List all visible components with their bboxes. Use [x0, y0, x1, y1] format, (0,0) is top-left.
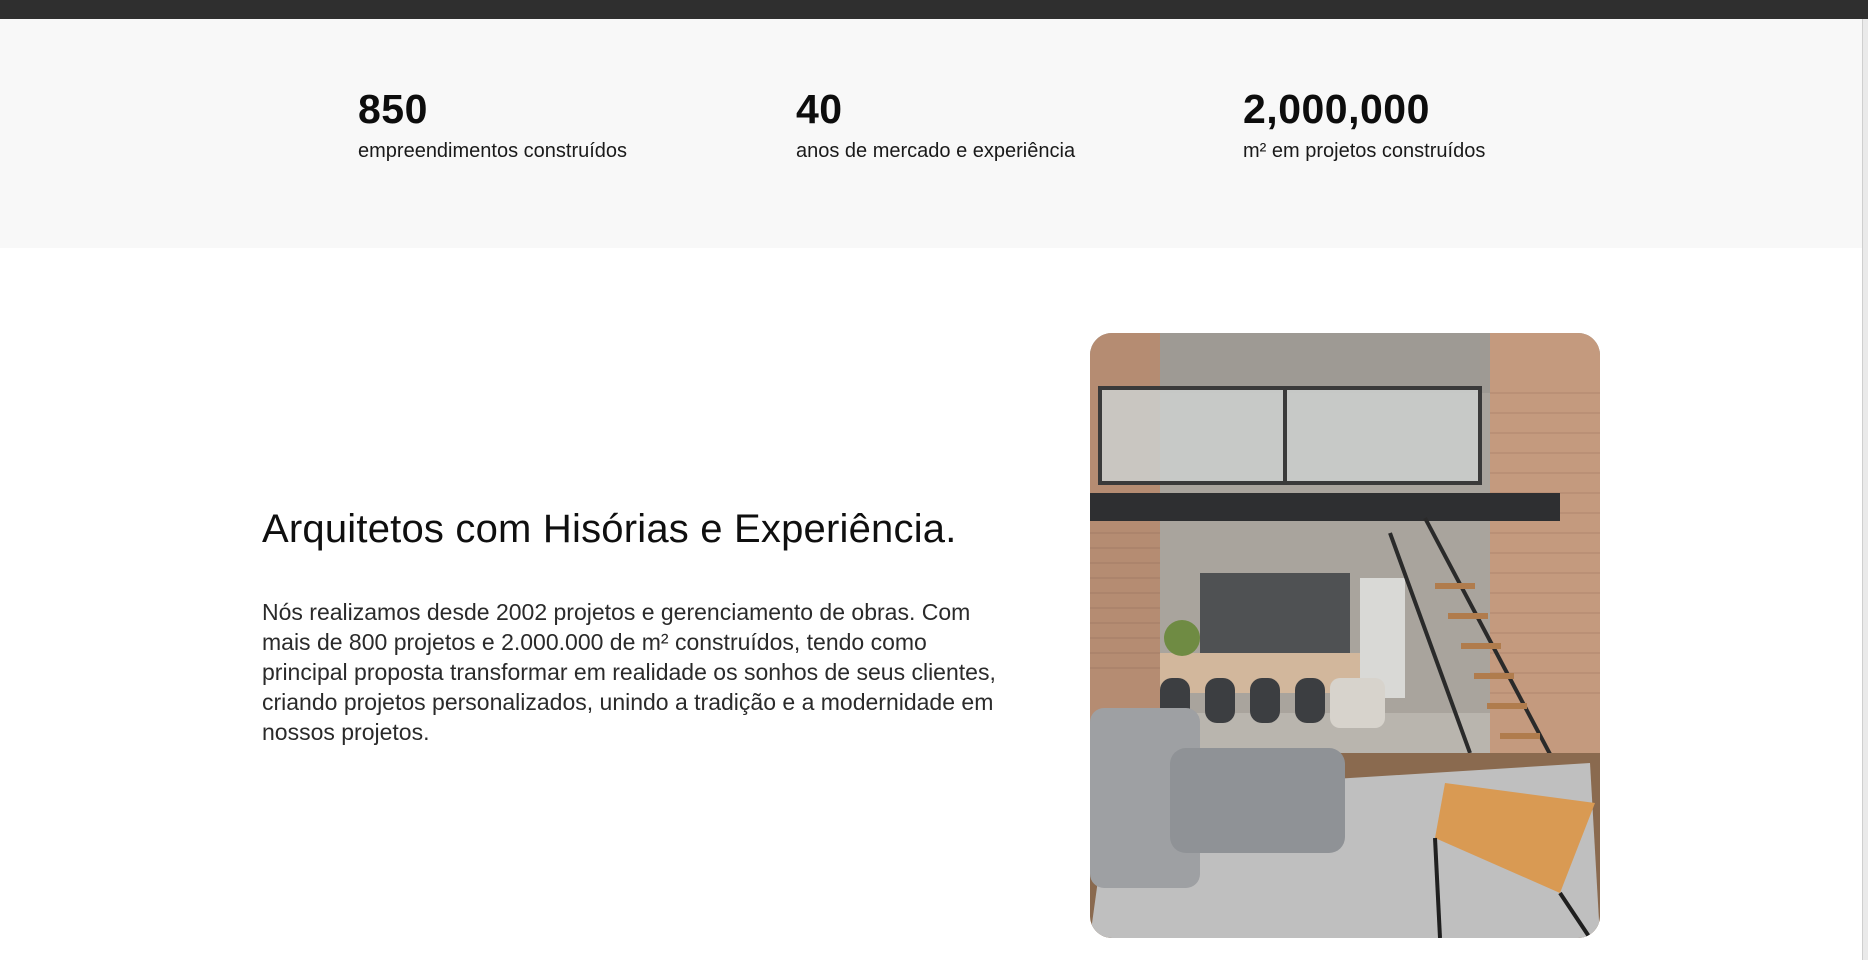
- about-section: Arquitetos com Hisórias e Experiência. N…: [262, 505, 1022, 747]
- about-title: Arquitetos com Hisórias e Experiência.: [262, 507, 957, 551]
- stat-value: 850: [358, 86, 428, 132]
- stat-label: empreendimentos construídos: [358, 140, 628, 162]
- stats-section: 850 empreendimentos construídos 40 anos …: [0, 19, 1862, 248]
- page-scrollbar[interactable]: [1862, 19, 1868, 960]
- stat-projects: 850 empreendimentos construídos: [358, 89, 627, 163]
- stat-value: 2,000,000: [1243, 86, 1430, 132]
- loft-interior-photo: [1090, 333, 1600, 938]
- stat-label: m² em projetos construídos: [1243, 140, 1486, 162]
- stat-area: 2,000,000 m² em projetos construídos: [1243, 89, 1485, 163]
- stat-years: 40 anos de mercado e experiência: [796, 89, 1075, 163]
- browser-top-bar: [0, 0, 1868, 19]
- about-description: Nós realizamos desde 2002 projetos e ger…: [262, 599, 996, 745]
- stat-value: 40: [796, 86, 843, 132]
- stat-label: anos de mercado e experiência: [796, 140, 1076, 162]
